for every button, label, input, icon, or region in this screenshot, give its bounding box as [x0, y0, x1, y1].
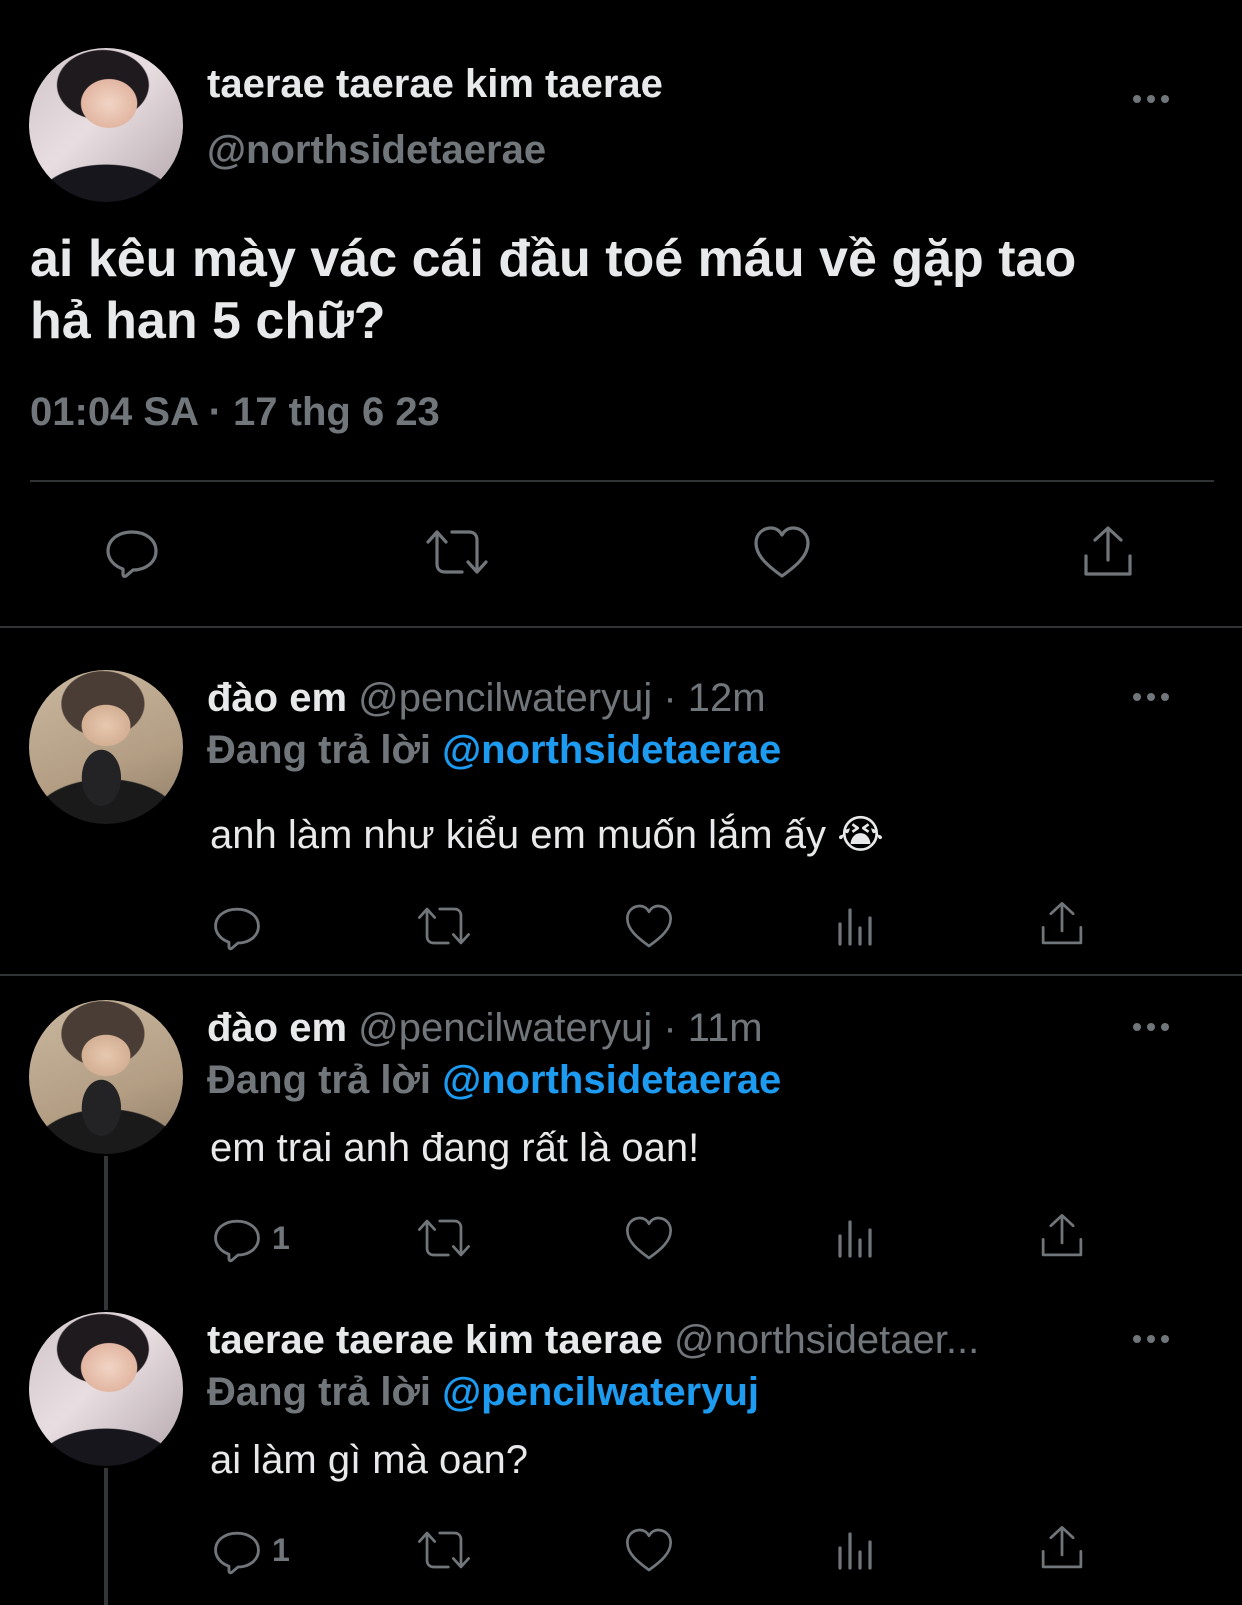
author-handle[interactable]: @northsidetaerae	[207, 128, 546, 173]
retweet-icon	[426, 530, 488, 574]
share-button[interactable]	[1080, 524, 1136, 580]
reply-button[interactable]	[212, 902, 262, 952]
thread-line	[104, 1156, 108, 1310]
views-icon	[838, 1220, 872, 1258]
like-icon	[626, 904, 672, 948]
share-icon	[1041, 1214, 1083, 1257]
author-display-name[interactable]: taerae taerae kim taerae	[207, 62, 663, 107]
reply-icon	[214, 1219, 260, 1263]
share-icon	[1084, 526, 1132, 576]
tweet-timestamp[interactable]: 01:04 SA · 17 thg 6 23	[30, 390, 440, 435]
reply-text: ai làm gì mà oan?	[210, 1438, 528, 1482]
tweet-text: ai kêu mày vác cái đầu toé máu về gặp ta…	[30, 228, 1076, 352]
like-button[interactable]	[624, 902, 674, 950]
reply-handle-time[interactable]: @pencilwateryuj · 12m	[358, 676, 765, 720]
divider	[0, 974, 1242, 976]
retweet-icon	[418, 907, 470, 945]
share-icon	[1041, 902, 1083, 945]
avatar-taerae[interactable]	[29, 48, 183, 202]
like-icon	[626, 1528, 672, 1572]
like-button[interactable]	[624, 1526, 674, 1574]
retweet-button[interactable]	[416, 1214, 472, 1262]
replying-to-label: Đang trả lời	[207, 1370, 432, 1414]
reply-text: em trai anh đang rất là oan!	[210, 1126, 700, 1170]
reply-display-name[interactable]: đào em	[207, 676, 347, 720]
reply-display-name[interactable]: taerae taerae kim taerae	[207, 1318, 663, 1362]
reply-text: anh làm như kiểu em muốn lắm ấy 😭	[210, 813, 884, 857]
like-icon	[754, 526, 810, 578]
retweet-icon	[418, 1219, 470, 1257]
more-icon[interactable]	[1133, 92, 1173, 106]
divider	[30, 480, 1214, 482]
reply-handle-time[interactable]: @pencilwateryuj · 11m	[358, 1006, 762, 1050]
more-icon[interactable]	[1133, 690, 1173, 704]
reply-header: taerae taerae kim taerae @northsidetaer.…	[207, 1318, 1127, 1363]
retweet-button[interactable]	[416, 902, 472, 950]
avatar-taerae[interactable]	[29, 1312, 183, 1466]
like-icon	[626, 1216, 672, 1260]
replying-to-label: Đang trả lời	[207, 728, 432, 772]
retweet-button[interactable]	[416, 1526, 472, 1574]
replying-to: Đang trả lời @pencilwateryuj	[207, 1370, 759, 1415]
like-button[interactable]	[624, 1214, 674, 1262]
replying-to-handle[interactable]: @pencilwateryuj	[442, 1370, 759, 1414]
share-button[interactable]	[1038, 900, 1086, 948]
reply-button[interactable]	[104, 524, 160, 580]
thread-line	[104, 1468, 108, 1605]
tweet-text-line-1: ai kêu mày vác cái đầu toé máu về gặp ta…	[30, 230, 1077, 288]
views-button[interactable]	[834, 1528, 878, 1572]
retweet-button[interactable]	[424, 524, 490, 580]
replying-to-handle[interactable]: @northsidetaerae	[442, 728, 781, 772]
share-button[interactable]	[1038, 1524, 1086, 1572]
more-icon[interactable]	[1133, 1020, 1173, 1034]
reply-icon	[106, 530, 158, 578]
replying-to-label: Đang trả lời	[207, 1058, 432, 1102]
reply-button[interactable]	[212, 1526, 262, 1576]
share-icon	[1041, 1526, 1083, 1569]
divider	[0, 626, 1242, 628]
reply-display-name[interactable]: đào em	[207, 1006, 347, 1050]
avatar-dao-em[interactable]	[29, 1000, 183, 1154]
views-icon	[838, 908, 872, 946]
share-button[interactable]	[1038, 1212, 1086, 1260]
reply-count: 1	[272, 1532, 290, 1568]
tweet-text-line-2: hả han 5 chữ?	[30, 292, 386, 350]
reply-handle-time[interactable]: @northsidetaer...	[674, 1318, 979, 1362]
reply-header: đào em @pencilwateryuj · 12m	[207, 676, 766, 721]
reply-header: đào em @pencilwateryuj · 11m	[207, 1006, 763, 1051]
reply-icon	[214, 907, 260, 951]
replying-to: Đang trả lời @northsidetaerae	[207, 1058, 781, 1103]
retweet-icon	[418, 1531, 470, 1569]
like-button[interactable]	[752, 524, 812, 580]
more-icon[interactable]	[1133, 1332, 1173, 1346]
views-button[interactable]	[834, 1216, 878, 1260]
views-button[interactable]	[834, 904, 878, 948]
reply-count: 1	[272, 1220, 290, 1256]
avatar-dao-em[interactable]	[29, 670, 183, 824]
replying-to: Đang trả lời @northsidetaerae	[207, 728, 781, 773]
reply-icon	[214, 1531, 260, 1575]
replying-to-handle[interactable]: @northsidetaerae	[442, 1058, 781, 1102]
reply-button[interactable]	[212, 1214, 262, 1264]
views-icon	[838, 1532, 872, 1570]
